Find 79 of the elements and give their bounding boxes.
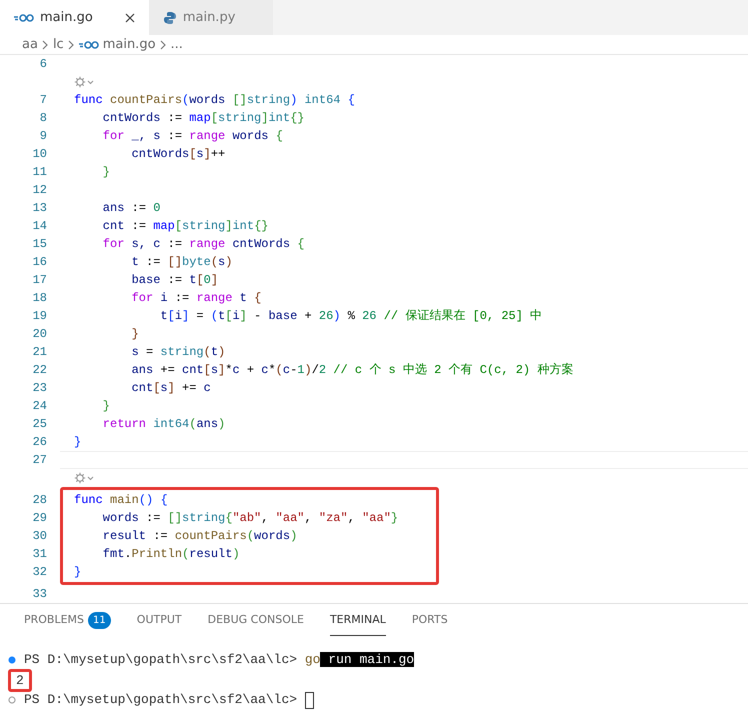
line-number: 24 [32,398,48,415]
line-number: 27 [32,452,48,469]
breadcrumb-item[interactable]: lc [52,34,64,54]
line-number: 16 [32,254,48,271]
panel-tab[interactable]: TERMINAL [330,604,386,636]
line-number: 22 [32,362,48,379]
code-line: return int64(ans) [102,417,226,431]
terminal-prompt: PS D:\mysetup\gopath\src\sf2\aa\lc> [24,691,298,709]
line-number: 26 [32,434,48,451]
line-number: 30 [32,528,48,545]
terminal-output: 2 [8,668,32,692]
line-number: 15 [32,236,48,253]
line-number: 13 [32,200,48,217]
code-line: } [74,565,82,579]
line-number: 23 [32,380,48,397]
editor-tab[interactable]: main.go [0,0,149,35]
text-cursor [304,692,314,708]
line-number: 28 [32,492,48,509]
code-line: result := countPairs(words) [102,529,298,543]
code-line: } [102,165,110,179]
line-number: 32 [32,564,48,581]
status-dot-icon [8,656,16,664]
speed-lines-oval-icon [14,12,34,22]
speed-lines-oval-icon [78,40,99,50]
code-line: base := t[0] [130,273,218,287]
terminal-command: go run main.go [304,651,414,669]
line-number: 11 [32,164,48,181]
line-number: 31 [32,546,48,563]
code-line: s = string(t) [130,345,226,359]
code-line: for i := range t { [130,291,262,305]
code-line: cnt := map[string]int{} [102,219,268,233]
panel-tab[interactable]: OUTPUT [136,604,182,636]
snake-logo-icon [162,10,177,24]
line-number: 7 [38,92,48,109]
count-badge: 11 [88,612,111,629]
breadcrumb-item[interactable]: aa [22,34,38,54]
editor-tab[interactable]: main.py [148,0,274,35]
line-number: 20 [32,326,48,343]
line-number: 17 [32,272,48,289]
code-line: for s, c := range cntWords { [102,237,304,251]
breadcrumb-item[interactable]: ... [170,34,183,54]
code-line: func countPairs(words []string) int64 { [74,93,355,107]
chevron-right-icon [42,40,49,50]
code-line: ans += cnt[s]*c + c*(c-1)/2 // c 个 s 中选 2 个有 C(c, 2) 种方案 [130,363,574,377]
panel-tab[interactable]: PORTS [412,604,448,636]
line-number: 18 [32,290,48,307]
line-number: 9 [38,128,48,145]
line-number: 33 [32,586,48,603]
breadcrumb-item[interactable]: main.go [102,34,156,54]
code-line: for _, s := range words { [102,129,283,143]
panel-tab[interactable]: PROBLEMS 11 [24,604,111,636]
code-line: words := []string{"ab", "aa", "za", "aa"} [102,511,398,525]
line-number: 25 [32,416,48,433]
line-number: 12 [32,182,48,199]
status-dot-icon [8,696,16,704]
code-line: fmt.Println(result) [102,547,240,561]
code-line: cnt[s] += c [130,381,211,395]
code-line: } [130,327,139,341]
gear-caret-icon [74,76,94,88]
terminal-prompt: PS D:\mysetup\gopath\src\sf2\aa\lc> [24,651,298,669]
code-line: } [102,399,110,413]
code-line: cntWords[s]++ [130,147,226,161]
line-number: 14 [32,218,48,235]
code-line: t[i] = (t[i] - base + 26) % 26 // 保证结果在 [0, 25] 中 [159,309,542,323]
line-number: 19 [32,308,48,325]
gear-caret-icon [74,472,94,484]
code-line: cntWords := map[string]int{} [102,111,304,125]
code-line: func main() { [74,493,168,507]
code-line: } [74,435,82,449]
code-line: t := []byte(s) [130,255,232,269]
panel-tab[interactable]: DEBUG CONSOLE [208,604,304,636]
code-line: ans := 0 [102,201,160,215]
line-number: 10 [32,146,48,163]
line-number: 6 [38,56,48,73]
line-number: 29 [32,510,48,527]
line-number: 21 [32,344,48,361]
chevron-right-icon [160,40,167,50]
chevron-right-icon [68,40,75,50]
line-number: 8 [38,110,48,127]
